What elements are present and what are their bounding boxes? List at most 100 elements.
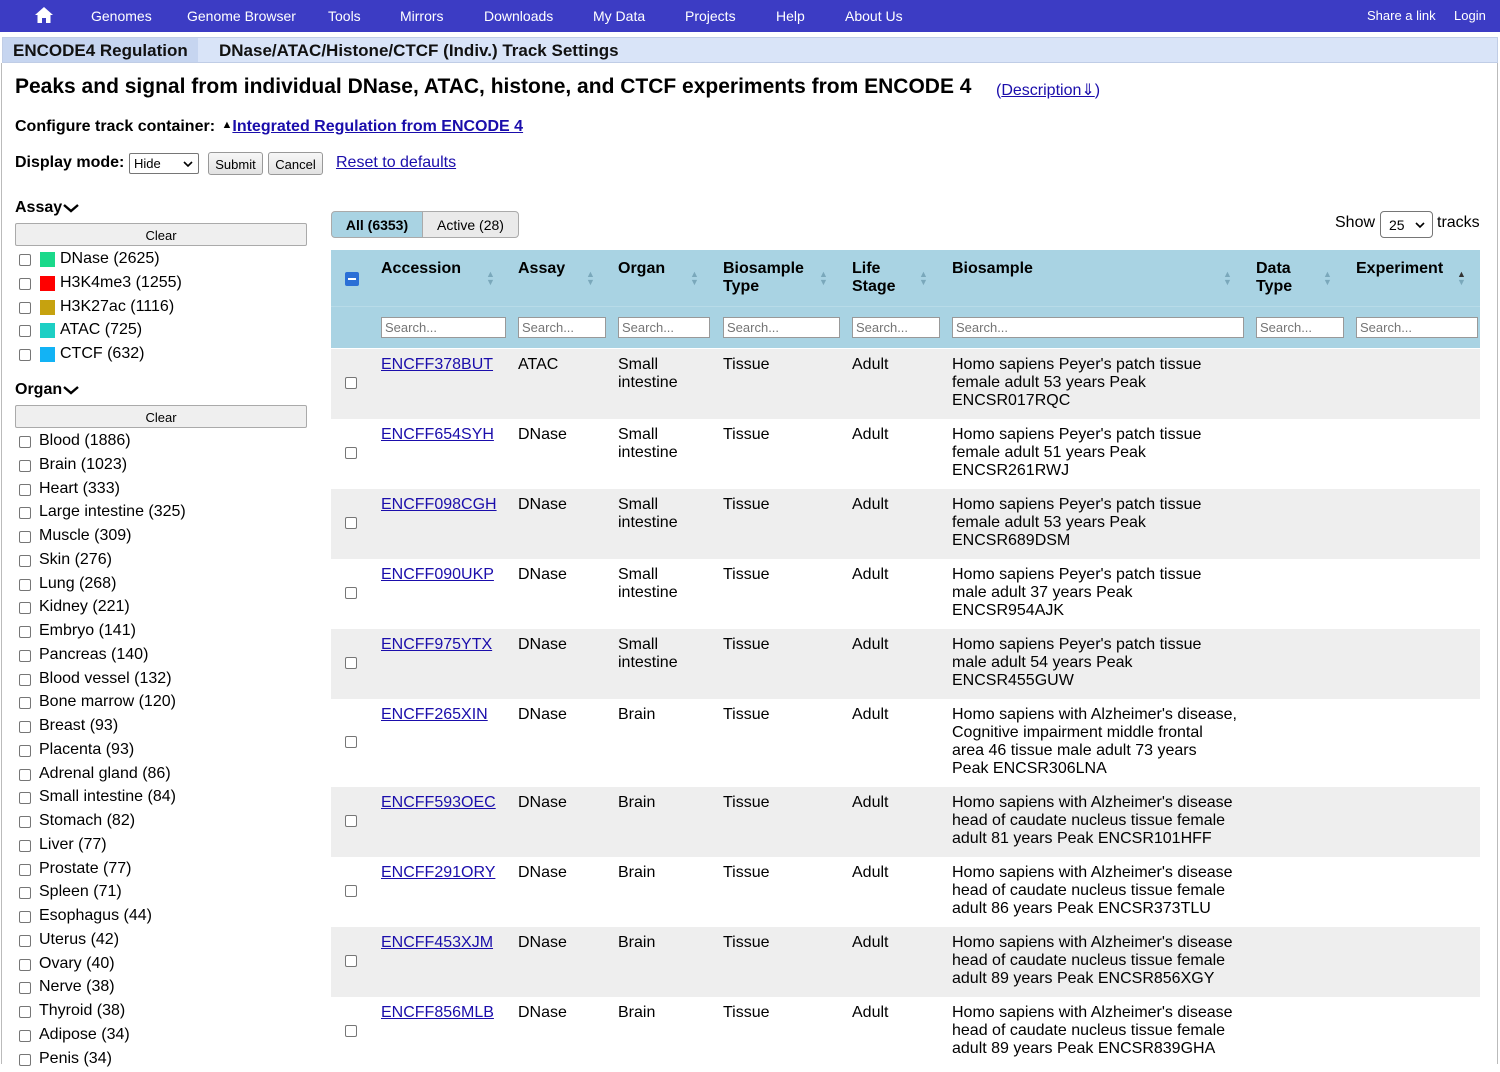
- col-organ[interactable]: Organ: [618, 260, 688, 278]
- sort-biosample-icon[interactable]: ▲ ▼: [1223, 270, 1232, 287]
- organ-checkbox[interactable]: [19, 982, 31, 995]
- organ-checkbox[interactable]: [19, 887, 31, 900]
- nav-my-data[interactable]: My Data: [593, 8, 645, 24]
- accession-link[interactable]: ENCFF378BUT: [381, 356, 506, 374]
- assay-checkbox[interactable]: [19, 301, 31, 314]
- sort-assay-icon[interactable]: ▲ ▼: [586, 270, 595, 287]
- organ-checkbox[interactable]: [19, 721, 31, 733]
- accession-link[interactable]: ENCFF975YTX: [381, 636, 506, 654]
- tab-all[interactable]: All (6353): [331, 211, 423, 238]
- nav-projects[interactable]: Projects: [685, 8, 736, 24]
- select-all-checkbox[interactable]: [345, 272, 359, 286]
- tab-active[interactable]: Active (28): [422, 211, 519, 238]
- col-biosample[interactable]: Biosample: [952, 260, 1072, 278]
- share-link[interactable]: Share a link: [1367, 8, 1436, 23]
- organ-checkbox[interactable]: [19, 459, 31, 472]
- search-biosample-type-input[interactable]: [723, 317, 840, 338]
- sort-life-stage-icon[interactable]: ▲ ▼: [919, 270, 928, 287]
- col-biosample-type[interactable]: Biosample Type: [723, 260, 813, 296]
- sort-biosample-type-icon[interactable]: ▲ ▼: [819, 270, 828, 287]
- organ-checkbox[interactable]: [19, 531, 31, 543]
- accession-link[interactable]: ENCFF098CGH: [381, 496, 506, 514]
- organ-checkbox[interactable]: [19, 554, 31, 567]
- organ-checkbox[interactable]: [19, 1029, 31, 1042]
- organ-checkbox[interactable]: [19, 602, 31, 615]
- col-accession[interactable]: Accession: [381, 260, 491, 278]
- organ-checkbox[interactable]: [19, 744, 31, 757]
- organ-checkbox[interactable]: [19, 483, 31, 496]
- page-size-select[interactable]: 25: [1380, 211, 1433, 238]
- search-assay-input[interactable]: [518, 317, 606, 338]
- assay-checkbox[interactable]: [19, 254, 31, 266]
- row-checkbox[interactable]: [345, 1025, 357, 1037]
- accession-link[interactable]: ENCFF291ORY: [381, 864, 506, 882]
- organ-checkbox[interactable]: [19, 436, 31, 448]
- reset-defaults-link[interactable]: Reset to defaults: [336, 154, 456, 172]
- accession-link[interactable]: ENCFF654SYH: [381, 426, 506, 444]
- row-checkbox[interactable]: [345, 447, 357, 459]
- organ-checkbox[interactable]: [19, 816, 31, 828]
- row-checkbox[interactable]: [345, 885, 357, 897]
- organ-checkbox[interactable]: [19, 578, 31, 591]
- organ-checkbox[interactable]: [19, 911, 31, 923]
- submit-button[interactable]: Submit: [208, 152, 263, 175]
- organ-checkbox[interactable]: [19, 1006, 31, 1018]
- accession-link[interactable]: ENCFF856MLB: [381, 1004, 506, 1022]
- search-organ-input[interactable]: [618, 317, 710, 338]
- accession-link[interactable]: ENCFF090UKP: [381, 566, 506, 584]
- nav-help[interactable]: Help: [776, 8, 805, 24]
- sort-experiment-icon[interactable]: ▲ ▼: [1457, 270, 1466, 287]
- accession-link[interactable]: ENCFF265XIN: [381, 706, 506, 724]
- row-checkbox[interactable]: [345, 377, 357, 389]
- organ-checkbox[interactable]: [19, 768, 31, 781]
- organ-checkbox[interactable]: [19, 697, 31, 710]
- assay-clear-button[interactable]: Clear: [15, 223, 307, 246]
- row-checkbox[interactable]: [345, 736, 357, 748]
- sort-accession-icon[interactable]: ▲ ▼: [486, 270, 495, 287]
- search-data-type-input[interactable]: [1256, 317, 1344, 338]
- organ-checkbox[interactable]: [19, 934, 31, 947]
- assay-checkbox[interactable]: [19, 325, 31, 338]
- sort-data-type-icon[interactable]: ▲ ▼: [1323, 270, 1332, 287]
- row-checkbox[interactable]: [345, 517, 357, 529]
- organ-checkbox[interactable]: [19, 863, 31, 876]
- organ-checkbox[interactable]: [19, 839, 31, 852]
- organ-checkbox[interactable]: [19, 673, 31, 686]
- cancel-button[interactable]: Cancel: [268, 152, 323, 175]
- sort-organ-icon[interactable]: ▲ ▼: [690, 270, 699, 287]
- col-data-type[interactable]: Data Type: [1256, 260, 1316, 296]
- col-assay[interactable]: Assay: [518, 260, 588, 278]
- accession-link[interactable]: ENCFF593OEC: [381, 794, 506, 812]
- assay-checkbox[interactable]: [19, 349, 31, 362]
- row-checkbox[interactable]: [345, 815, 357, 827]
- nav-genomes[interactable]: Genomes: [91, 8, 152, 24]
- search-experiment-input[interactable]: [1356, 317, 1478, 338]
- nav-mirrors[interactable]: Mirrors: [400, 8, 444, 24]
- accession-link[interactable]: ENCFF453XJM: [381, 934, 506, 952]
- organ-checkbox[interactable]: [19, 626, 31, 638]
- organ-checkbox[interactable]: [19, 507, 31, 520]
- row-checkbox[interactable]: [345, 657, 357, 669]
- description-link[interactable]: Description⇓: [1001, 82, 1094, 99]
- organ-filter-heading[interactable]: Organ: [15, 381, 80, 399]
- assay-filter-heading[interactable]: Assay: [15, 199, 80, 217]
- assay-checkbox[interactable]: [19, 277, 31, 290]
- nav-about-us[interactable]: About Us: [845, 8, 903, 24]
- row-checkbox[interactable]: [345, 587, 357, 599]
- organ-checkbox[interactable]: [19, 792, 31, 805]
- search-life-stage-input[interactable]: [852, 317, 940, 338]
- organ-checkbox[interactable]: [19, 649, 31, 662]
- search-biosample-input[interactable]: [952, 317, 1244, 338]
- search-accession-input[interactable]: [381, 317, 506, 338]
- row-checkbox[interactable]: [345, 955, 357, 967]
- container-link[interactable]: Integrated Regulation from ENCODE 4: [232, 118, 523, 135]
- col-experiment[interactable]: Experiment: [1356, 260, 1456, 278]
- display-mode-select[interactable]: Hide: [129, 153, 199, 174]
- home-icon[interactable]: [34, 6, 54, 24]
- login-link[interactable]: Login: [1454, 8, 1486, 23]
- organ-clear-button[interactable]: Clear: [15, 405, 307, 428]
- nav-tools[interactable]: Tools: [328, 8, 361, 24]
- nav-genome-browser[interactable]: Genome Browser: [187, 8, 296, 24]
- organ-checkbox[interactable]: [19, 958, 31, 971]
- nav-downloads[interactable]: Downloads: [484, 8, 553, 24]
